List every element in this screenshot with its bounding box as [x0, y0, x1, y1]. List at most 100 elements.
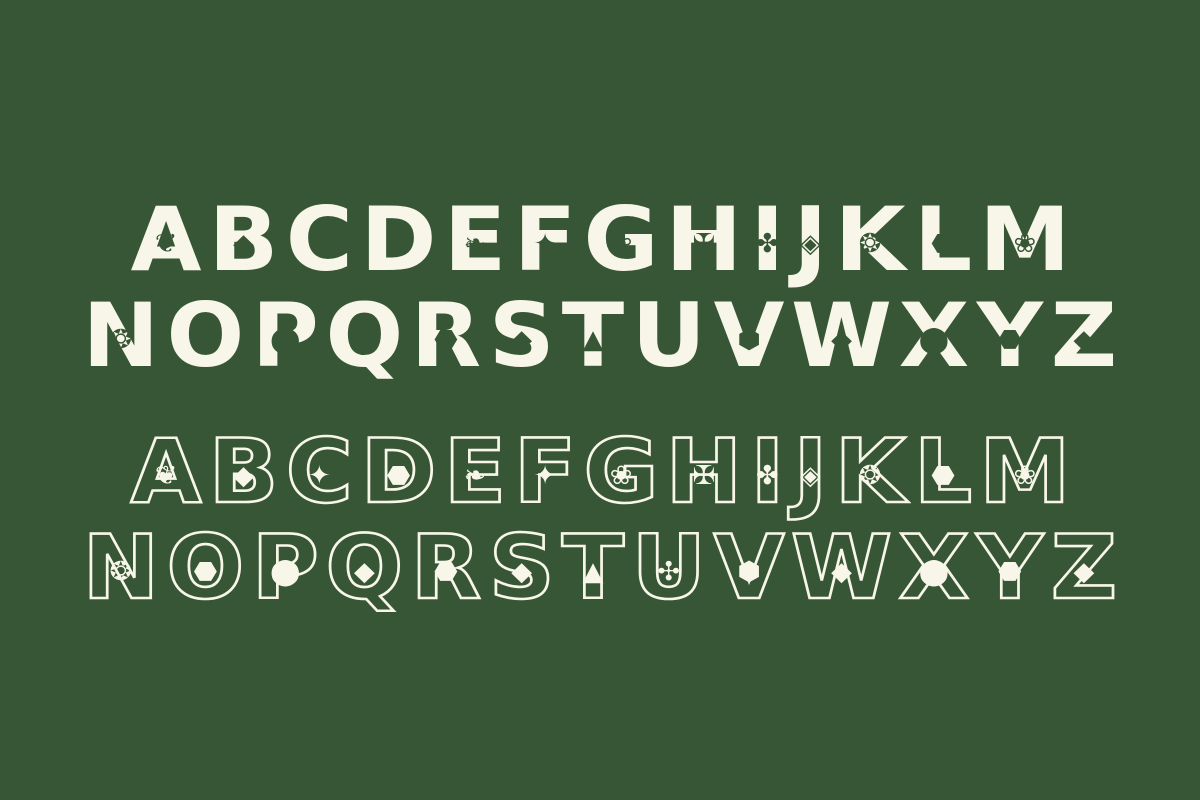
letter-text: I [749, 420, 786, 523]
letter-text: C [285, 188, 353, 291]
letter-b: B ◆ [207, 426, 279, 517]
letter-text: Z [1049, 516, 1118, 619]
letter-z: Z ◆ [1049, 522, 1118, 613]
letter-text: E [442, 420, 507, 523]
letter-m: M ❀ [979, 196, 1070, 284]
letter-text: G [582, 420, 660, 523]
letter-i: I ✤ [749, 426, 786, 517]
letter-r: R ⬣ [410, 522, 483, 613]
letter-text: L [913, 188, 972, 291]
letter-g: G ❀ [583, 196, 658, 284]
letter-n: N ❂ [83, 292, 160, 380]
letter-text: L [912, 420, 973, 523]
letter-text: X [897, 516, 970, 619]
letter-p: P ⬤ [252, 292, 319, 380]
letter-z: Z ◆ [1050, 292, 1116, 380]
letter-text: B [208, 188, 279, 291]
letter-text: F [512, 420, 577, 523]
letter-text: V [712, 516, 786, 619]
letter-text: E [443, 188, 506, 291]
letter-text: P [250, 516, 320, 619]
letter-text: M [978, 188, 1070, 291]
letter-text: Y [975, 516, 1044, 619]
letter-text: A [130, 188, 202, 291]
letter-text: H [664, 420, 743, 523]
letter-s: S ◆ [489, 292, 555, 380]
letter-g: G ❀ [582, 426, 660, 517]
letter-i: I ✤ [750, 196, 784, 284]
letter-n: N ❂ [82, 522, 161, 613]
letter-text: S [488, 284, 555, 387]
letter-m: M ❀ [977, 426, 1071, 517]
letter-w: W ◆ [790, 522, 894, 613]
letter-text: Y [976, 284, 1043, 387]
letter-text: P [251, 284, 319, 387]
letter-text: I [750, 188, 785, 291]
letter-o: O ⬣ [165, 522, 246, 613]
letter-text: M [977, 420, 1071, 523]
letter-y: Y ⬣ [977, 292, 1043, 380]
letter-text: R [410, 516, 483, 619]
letter-text: J [792, 420, 829, 523]
letter-q: Q ◆ [326, 292, 404, 380]
letter-text: C [284, 420, 354, 523]
letter-text: O [166, 284, 245, 387]
letter-d: D ⬣ [359, 426, 438, 517]
letter-text: Z [1050, 284, 1117, 387]
letter-text: A [129, 420, 203, 523]
outline-alphabet-row-n-z: N ❂ O ⬣ P ⬤ Q ◆ R ⬣ S ◆ T ▲ U ✣ V ⬢ W ◆ X ⬤ Y ⬣ Z ◆ [0, 522, 1200, 613]
letter-c: C ✦ [284, 426, 354, 517]
letter-r: R ⬣ [411, 292, 481, 380]
letter-y: Y ⬣ [975, 522, 1044, 613]
letter-text: B [207, 420, 279, 523]
letter-t: T ▲ [562, 292, 624, 380]
letter-text: Q [325, 284, 404, 387]
letter-text: F [513, 188, 577, 291]
letter-v: V ⬢ [714, 292, 785, 380]
letter-b: B ◆ [209, 196, 279, 284]
letter-l: L ⬣ [912, 426, 973, 517]
letter-k: K ❂ [835, 196, 906, 284]
letter-e: E ❧ [442, 426, 507, 517]
letter-text: D [360, 188, 437, 291]
letter-l: L ⬣ [913, 196, 971, 284]
letter-u: U ✣ [632, 292, 706, 380]
letter-c: C ❀ [286, 196, 353, 284]
letter-text: G [583, 188, 659, 291]
letter-f: F ✦ [512, 426, 577, 517]
letter-text: Q [325, 516, 406, 619]
letter-a: A ❦ [129, 426, 203, 517]
letter-v: V ⬢ [712, 522, 786, 613]
alphabet-specimen: A ❦ B ◆ C ❀ D ⬣ E ❧ F ✦ G ❀ H ✠ I ✤ J ◈ K ❂ L ⬣ M ❀ N ❂ O ⬣ P ⬤ Q ◆ R ⬣ S ◆ T… [0, 0, 1200, 800]
letter-text: J [792, 188, 827, 291]
letter-a: A ❦ [130, 196, 201, 284]
letter-text: V [713, 284, 785, 387]
letter-u: U ✣ [631, 522, 708, 613]
letter-text: T [561, 516, 626, 619]
letter-q: Q ◆ [325, 522, 406, 613]
letter-text: U [632, 284, 707, 387]
letter-text: N [83, 284, 160, 387]
letter-text: N [82, 516, 161, 619]
letter-text: K [834, 188, 906, 291]
letter-text: W [791, 284, 893, 387]
letter-k: K ❂ [834, 426, 908, 517]
outline-alphabet-row-a-m: A ❦ B ◆ C ✦ D ⬣ E ❧ F ✦ G ❀ H ✠ I ✤ J ◈ K ❂ L ⬣ M ❀ [0, 426, 1200, 517]
letter-h: H ✠ [666, 196, 743, 284]
letter-o: O ⬣ [167, 292, 245, 380]
letter-text: O [165, 516, 246, 619]
letter-text: K [834, 420, 908, 523]
letter-text: T [562, 284, 625, 387]
letter-t: T ▲ [561, 522, 626, 613]
solid-alphabet-row-a-m: A ❦ B ◆ C ❀ D ⬣ E ❧ F ✦ G ❀ H ✠ I ✤ J ◈ K ❂ L ⬣ M ❀ [0, 196, 1200, 284]
letter-d: D ⬣ [360, 196, 436, 284]
letter-text: S [487, 516, 556, 619]
letter-text: W [790, 516, 894, 619]
letter-f: F ✦ [514, 196, 577, 284]
letter-x: X ⬤ [899, 292, 970, 380]
letter-p: P ⬤ [250, 522, 320, 613]
letter-s: S ◆ [487, 522, 556, 613]
letter-j: J ◈ [792, 426, 829, 517]
letter-text: H [665, 188, 743, 291]
letter-text: D [359, 420, 438, 523]
